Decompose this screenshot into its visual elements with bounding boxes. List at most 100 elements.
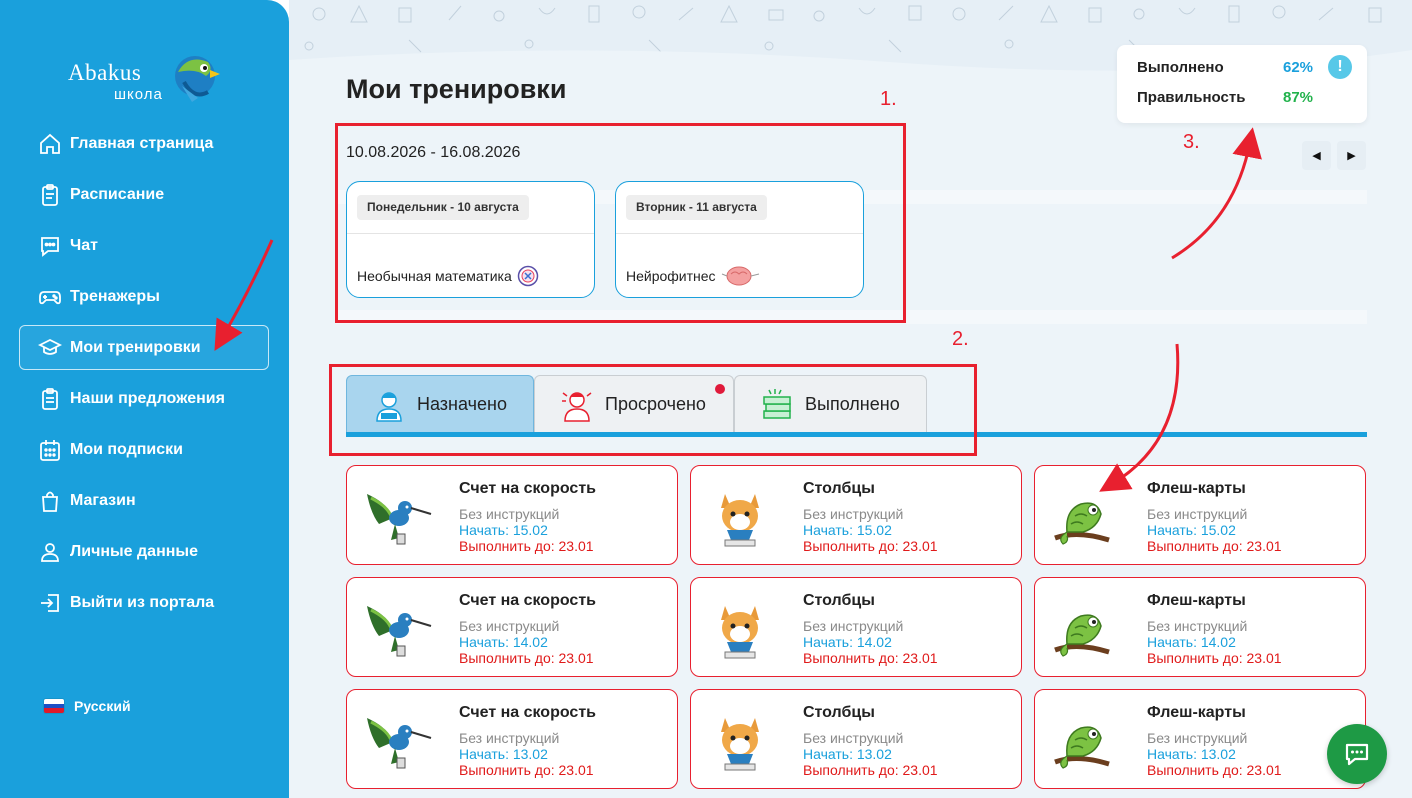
training-card[interactable]: Столбцы Без инструкций Начать: 15.02 Выполн…: [690, 465, 1022, 565]
gamepad-icon: [38, 285, 62, 309]
card-title: Флеш-карты: [1147, 592, 1246, 609]
sidebar-item-my-trainings[interactable]: Мои тренировки: [19, 325, 269, 370]
card-due-date: Выполнить до: 23.01: [459, 538, 594, 554]
annotation-number-3: 3.: [1183, 131, 1200, 153]
card-due-date: Выполнить до: 23.01: [459, 762, 594, 778]
sidebar-nav: Главная страница Расписание Чат Тренажер…: [19, 121, 269, 631]
card-subtitle: Без инструкций: [1147, 730, 1248, 746]
card-title: Флеш-карты: [1147, 704, 1246, 721]
card-subtitle: Без инструкций: [459, 730, 560, 746]
calendar-icon: [38, 438, 62, 462]
chat-fab-button[interactable]: [1327, 724, 1387, 784]
hummingbird-icon: [359, 484, 433, 550]
card-due-date: Выполнить до: 23.01: [1147, 650, 1282, 666]
card-subtitle: Без инструкций: [803, 730, 904, 746]
training-card[interactable]: Счет на скорость Без инструкций Начать: 15…: [346, 465, 678, 565]
card-title: Счет на скорость: [459, 592, 596, 609]
russia-flag-icon: [44, 699, 64, 713]
card-title: Флеш-карты: [1147, 480, 1246, 497]
card-start-date: Начать: 13.02: [459, 746, 548, 762]
language-selector[interactable]: Русский: [44, 698, 131, 714]
training-card[interactable]: Столбцы Без инструкций Начать: 14.02 Выполн…: [690, 577, 1022, 677]
done-label: Выполнено: [1137, 59, 1224, 76]
training-card[interactable]: Флеш-карты Без инструкций Начать: 14.02 Вып…: [1034, 577, 1366, 677]
sidebar-item-shop[interactable]: Магазин: [19, 478, 269, 523]
sidebar-item-label: Расписание: [70, 185, 165, 203]
sidebar-item-label: Мои тренировки: [70, 338, 201, 356]
clipboard-icon: [38, 183, 62, 207]
prev-week-button[interactable]: ◀: [1302, 141, 1331, 170]
clipboard-list-icon: [38, 387, 62, 411]
sidebar: Abakus школа Главная страница Расписание…: [0, 0, 289, 798]
logout-icon: [38, 591, 62, 615]
shopping-bag-icon: [38, 489, 62, 513]
card-start-date: Начать: 14.02: [459, 634, 548, 650]
triangle-left-icon: ◀: [1312, 150, 1321, 162]
training-card[interactable]: Флеш-карты Без инструкций Начать: 13.02 Вып…: [1034, 689, 1366, 789]
card-start-date: Начать: 15.02: [803, 522, 892, 538]
card-start-date: Начать: 15.02: [459, 522, 548, 538]
card-start-date: Начать: 13.02: [1147, 746, 1236, 762]
card-due-date: Выполнить до: 23.01: [1147, 538, 1282, 554]
info-icon[interactable]: !: [1328, 55, 1352, 79]
card-due-date: Выполнить до: 23.01: [1147, 762, 1282, 778]
training-card[interactable]: Счет на скорость Без инструкций Начать: 13…: [346, 689, 678, 789]
sidebar-item-label: Чат: [70, 236, 98, 254]
card-start-date: Начать: 13.02: [803, 746, 892, 762]
card-title: Столбцы: [803, 592, 875, 609]
training-card[interactable]: Столбцы Без инструкций Начать: 13.02 Выполн…: [690, 689, 1022, 789]
card-subtitle: Без инструкций: [803, 618, 904, 634]
card-subtitle: Без инструкций: [803, 506, 904, 522]
fox-icon: [703, 708, 777, 774]
sidebar-item-trainers[interactable]: Тренажеры: [19, 274, 269, 319]
next-week-button[interactable]: ▶: [1337, 141, 1366, 170]
sidebar-item-schedule[interactable]: Расписание: [19, 172, 269, 217]
sidebar-item-logout[interactable]: Выйти из портала: [19, 580, 269, 625]
card-start-date: Начать: 15.02: [1147, 522, 1236, 538]
card-due-date: Выполнить до: 23.01: [803, 762, 938, 778]
annotation-number-1: 1.: [880, 88, 897, 110]
card-title: Счет на скорость: [459, 704, 596, 721]
card-title: Счет на скорость: [459, 480, 596, 497]
card-due-date: Выполнить до: 23.01: [459, 650, 594, 666]
card-subtitle: Без инструкций: [459, 506, 560, 522]
home-icon: [38, 132, 62, 156]
logo[interactable]: Abakus школа: [68, 52, 228, 112]
sidebar-item-chat[interactable]: Чат: [19, 223, 269, 268]
fox-icon: [703, 596, 777, 662]
sidebar-item-label: Тренажеры: [70, 287, 160, 305]
card-subtitle: Без инструкций: [1147, 618, 1248, 634]
card-title: Столбцы: [803, 704, 875, 721]
sidebar-item-offers[interactable]: Наши предложения: [19, 376, 269, 421]
sidebar-item-home[interactable]: Главная страница: [19, 121, 269, 166]
sidebar-item-label: Наши предложения: [70, 389, 225, 407]
hummingbird-icon: [359, 596, 433, 662]
card-subtitle: Без инструкций: [1147, 506, 1248, 522]
training-card[interactable]: Счет на скорость Без инструкций Начать: 14…: [346, 577, 678, 677]
triangle-right-icon: ▶: [1347, 150, 1356, 162]
card-start-date: Начать: 14.02: [1147, 634, 1236, 650]
sidebar-item-subscriptions[interactable]: Мои подписки: [19, 427, 269, 472]
fox-icon: [703, 484, 777, 550]
accuracy-value: 87%: [1283, 89, 1314, 106]
user-icon: [38, 540, 62, 564]
annotation-box-1: [335, 123, 906, 323]
card-start-date: Начать: 14.02: [803, 634, 892, 650]
annotation-number-2: 2.: [952, 328, 969, 350]
card-due-date: Выполнить до: 23.01: [803, 538, 938, 554]
training-card[interactable]: Флеш-карты Без инструкций Начать: 15.02 Вып…: [1034, 465, 1366, 565]
sidebar-item-label: Личные данные: [70, 542, 198, 560]
language-label: Русский: [74, 698, 131, 714]
progress-stats-panel: Выполнено 62% ! Правильность 87%: [1117, 45, 1367, 123]
card-due-date: Выполнить до: 23.01: [803, 650, 938, 666]
chat-bubble-icon: [1345, 743, 1369, 766]
done-value: 62%: [1283, 59, 1314, 76]
chameleon-icon: [1047, 484, 1121, 550]
card-subtitle: Без инструкций: [459, 618, 560, 634]
chat-icon: [38, 234, 62, 258]
sidebar-item-profile[interactable]: Личные данные: [19, 529, 269, 574]
card-title: Столбцы: [803, 480, 875, 497]
graduation-cap-icon: [38, 336, 62, 360]
annotation-box-2: [329, 364, 977, 456]
parrot-icon: [175, 56, 220, 102]
